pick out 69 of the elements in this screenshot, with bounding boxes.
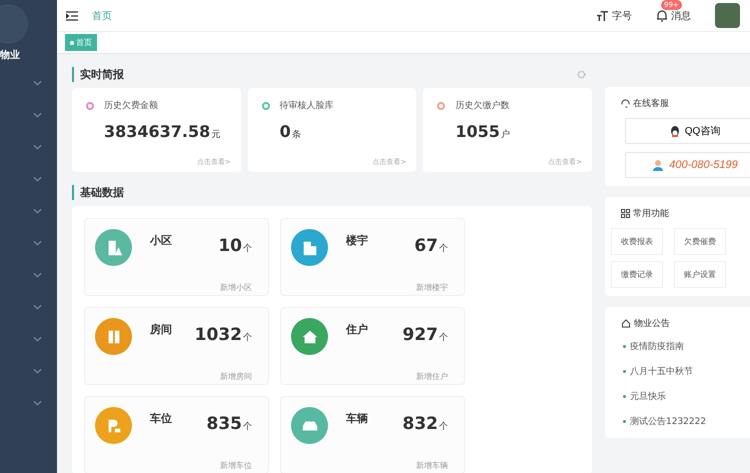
- panel-title: 常用功能: [633, 208, 669, 220]
- qq-consult-button[interactable]: QQ咨询: [625, 118, 750, 144]
- panel-title: 物业公告: [634, 318, 670, 330]
- stat-caption: 新增车辆: [416, 460, 448, 471]
- notice-link[interactable]: 元旦快乐: [623, 388, 750, 405]
- stat-card[interactable]: 车辆 832 个 新增车辆: [280, 396, 465, 473]
- chevron-icon[interactable]: [33, 80, 42, 86]
- stat-caption: 新增车位: [220, 460, 252, 471]
- stat-name: 小区: [150, 233, 173, 249]
- stat-caption: 新增楼宇: [416, 282, 448, 293]
- avatar-photo-placeholder[interactable]: [715, 3, 740, 28]
- bell-icon: [656, 10, 668, 22]
- card-label: 历史欠费金额: [104, 100, 158, 112]
- grid-icon: [621, 209, 630, 218]
- stat-value: 835 个: [206, 413, 252, 436]
- chevron-icon[interactable]: [33, 112, 42, 118]
- stat-card[interactable]: 楼宇 67 个 新增楼宇: [280, 218, 465, 296]
- card-label: 待审核人脸库: [280, 100, 334, 112]
- function-button[interactable]: 账户设置: [674, 261, 726, 288]
- stat-card[interactable]: 房间 1032 个 新增房间: [84, 307, 269, 385]
- stat-name: 房间: [150, 322, 173, 338]
- stat-name: 住户: [346, 322, 369, 338]
- section-title: 实时简报: [80, 67, 124, 82]
- headset-icon: [621, 99, 630, 108]
- chevron-icon[interactable]: [33, 336, 42, 342]
- phone-button[interactable]: 400-080-5199: [625, 152, 750, 178]
- brand-name: 物业: [0, 48, 20, 62]
- stat-card[interactable]: 小区 10个 新增小区: [84, 218, 269, 296]
- stat-card[interactable]: 车位 835 个 新增车位: [84, 396, 269, 473]
- penguin-icon: [670, 125, 680, 137]
- function-button[interactable]: 欠费催费: [674, 228, 726, 255]
- panel-title: 在线客服: [633, 98, 669, 110]
- notice-link[interactable]: 疫情防疫指南: [623, 338, 750, 355]
- card-value: 0 条: [280, 122, 302, 141]
- agent-icon: [652, 159, 664, 171]
- section-title: 基础数据: [80, 185, 124, 200]
- stat-name: 车辆: [346, 411, 369, 427]
- chevron-icon[interactable]: [33, 176, 42, 182]
- card-value: 3834637.58 元: [104, 122, 222, 141]
- chevron-icon[interactable]: [33, 208, 42, 214]
- house-icon: [621, 319, 631, 328]
- notice-link[interactable]: 八月十五中秋节: [623, 363, 750, 380]
- chevron-icon[interactable]: [33, 368, 42, 374]
- stat-name: 楼宇: [346, 233, 369, 249]
- messages-button[interactable]: 消息: [656, 8, 691, 22]
- chevron-icon[interactable]: [33, 144, 42, 150]
- font-size-icon: [596, 10, 609, 21]
- card-label: 历史欠缴户数: [455, 100, 510, 112]
- stat-value: 832 个: [402, 413, 448, 436]
- stat-value: 67 个: [414, 235, 448, 258]
- stat-card[interactable]: 住户 927 个 新增住户: [280, 307, 465, 385]
- chevron-icon[interactable]: [33, 304, 42, 310]
- menu-icon[interactable]: [66, 10, 78, 20]
- stat-caption: 新增小区: [220, 282, 252, 293]
- font-size-button[interactable]: 字号: [596, 8, 632, 22]
- notice-link[interactable]: 测试公告1232222: [623, 413, 750, 430]
- settings-icon[interactable]: [577, 70, 586, 79]
- stat-value: 927 个: [402, 324, 448, 347]
- function-button[interactable]: 收费报表: [611, 228, 663, 255]
- function-button[interactable]: 缴费记录: [611, 261, 663, 288]
- stat-name: 车位: [150, 411, 173, 427]
- chevron-icon[interactable]: [33, 400, 42, 406]
- stat-caption: 新增住户: [416, 371, 448, 382]
- stat-value: 10个: [218, 235, 252, 258]
- chevron-icon[interactable]: [33, 240, 42, 246]
- card-value: 1055 户: [455, 122, 511, 141]
- stat-caption: 新增房间: [220, 371, 252, 382]
- chevron-icon[interactable]: [33, 272, 42, 278]
- stat-value: 1032 个: [194, 324, 252, 347]
